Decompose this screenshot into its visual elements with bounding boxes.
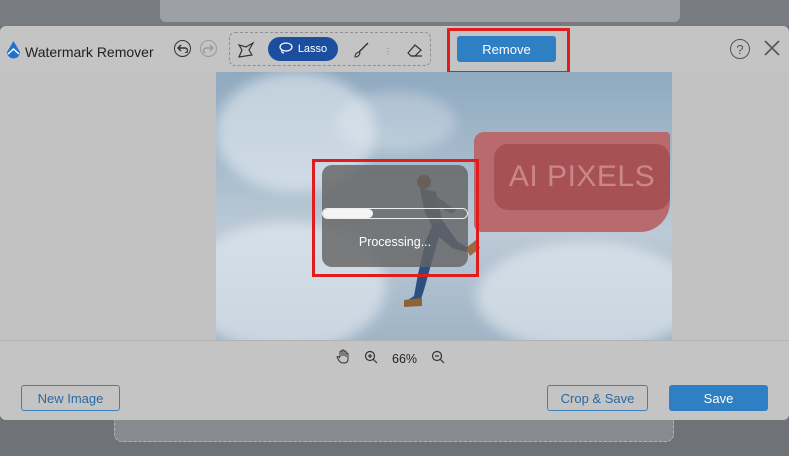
undo-icon [177,40,189,58]
zoom-controls-bar: 66% [0,340,789,374]
background-dropzone [114,420,674,442]
save-button[interactable]: Save [669,385,768,411]
background-page-bottom [0,420,789,456]
image-canvas[interactable]: AI PIXELS Processing... [0,72,789,340]
redo-button[interactable] [200,40,217,57]
zoom-controls: 66% [336,349,445,369]
help-icon[interactable]: ? [730,39,750,59]
watermark-text: AI PIXELS [508,160,656,193]
tool-separator: ⋮ [384,47,392,56]
selection-tools-group: Lasso ⋮ [229,32,431,66]
app-title: Watermark Remover [25,44,154,60]
crop-and-save-button[interactable]: Crop & Save [547,385,648,411]
undo-button[interactable] [174,40,191,57]
background-strip [160,0,680,22]
close-icon[interactable] [762,38,782,63]
zoom-out-icon[interactable] [431,350,445,369]
processing-highlight-box [312,159,479,277]
logo-drop-icon [5,40,22,64]
polygon-lasso-icon[interactable] [237,41,255,64]
edited-photo[interactable]: AI PIXELS Processing... [216,72,672,340]
zoom-level: 66% [392,352,418,366]
remove-highlight-box [447,28,570,74]
new-image-button[interactable]: New Image [21,385,120,411]
dialog-footer: New Image Crop & Save Save [0,374,789,420]
redo-icon [202,40,214,58]
background-page-top [0,0,789,26]
cloud-shape [336,92,456,152]
eraser-icon[interactable] [406,41,424,64]
lasso-tool-button[interactable]: Lasso [268,37,338,61]
lasso-icon [279,41,293,57]
hand-pan-icon[interactable] [336,349,350,369]
brush-icon[interactable] [352,41,370,64]
zoom-in-icon[interactable] [364,350,378,369]
watermark-remover-dialog: Watermark Remover Lasso ⋮ Remove ? AI PI… [0,26,789,420]
lasso-label: Lasso [297,43,328,55]
top-toolbar: Watermark Remover Lasso ⋮ Remove ? [0,26,789,74]
app-brand: Watermark Remover [5,40,154,64]
